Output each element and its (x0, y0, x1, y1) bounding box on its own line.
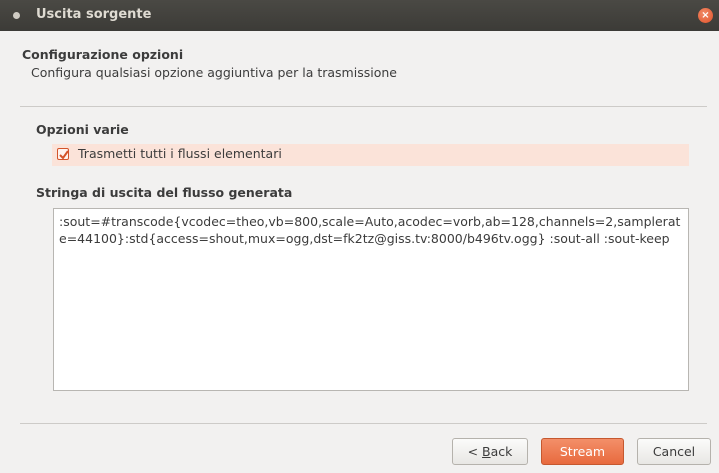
window-menu-icon[interactable] (13, 12, 20, 19)
window-title: Uscita sorgente (36, 7, 152, 22)
cancel-button[interactable]: Cancel (637, 438, 711, 465)
dialog-window: Uscita sorgente × Configurazione opzioni… (0, 0, 719, 473)
page-title: Configurazione opzioni (22, 47, 184, 62)
misc-options-title: Opzioni varie (36, 122, 129, 137)
footer-divider (20, 423, 707, 424)
close-button[interactable]: × (698, 8, 713, 23)
back-mnemonic: B (482, 444, 491, 459)
output-string-field[interactable]: :sout=#transcode{vcodec=theo,vb=800,scal… (53, 208, 689, 391)
checkmark-icon (59, 150, 69, 160)
page-header: Configurazione opzioni Configura qualsia… (0, 31, 719, 106)
back-button[interactable]: < Back (452, 438, 528, 465)
stream-all-es-checkbox-row[interactable]: Trasmetti tutti i flussi elementari (52, 144, 689, 166)
stream-all-es-label[interactable]: Trasmetti tutti i flussi elementari (78, 146, 282, 161)
header-divider (20, 106, 707, 107)
stream-button[interactable]: Stream (541, 438, 624, 465)
page-subtitle: Configura qualsiasi opzione aggiuntiva p… (31, 65, 397, 80)
stream-all-es-checkbox[interactable] (57, 148, 69, 160)
title-bar[interactable]: Uscita sorgente × (0, 0, 719, 31)
output-string-title: Stringa di uscita del flusso generata (36, 185, 293, 200)
